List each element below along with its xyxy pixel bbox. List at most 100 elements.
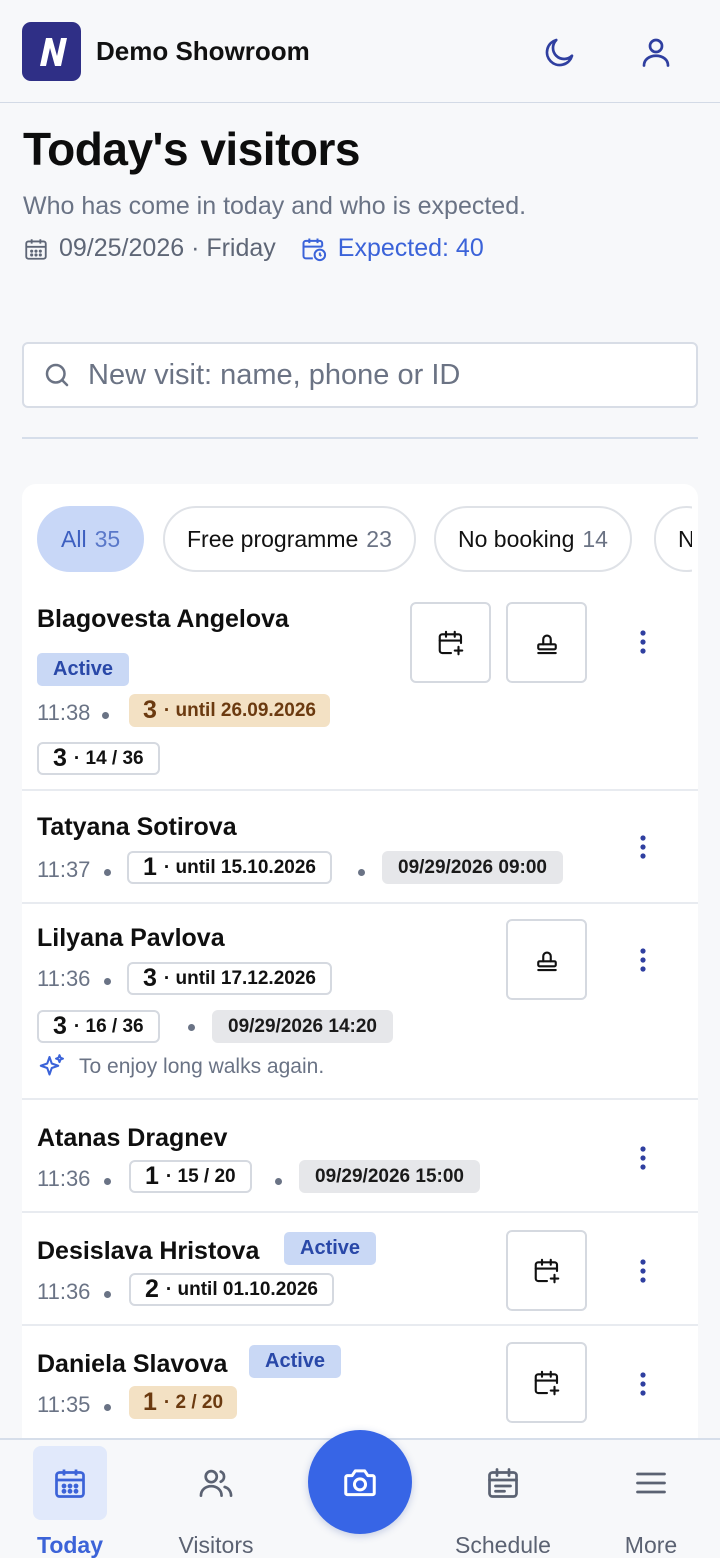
nav-schedule-icon-wrap (466, 1446, 540, 1520)
calendar-plus-icon (438, 630, 463, 655)
visitor-row[interactable]: Blagovesta Angelova Active 11:38 3 · unti… (22, 590, 698, 791)
sessions-tag: 3 · 14 / 36 (37, 742, 160, 775)
calendar-clock-icon (302, 238, 326, 261)
separator-dot (104, 869, 111, 876)
nav-visitors[interactable]: Visitors (170, 1440, 262, 1558)
visitor-list: All 35 Free programme 23 No booking 14 N Bl… (22, 484, 698, 1444)
row-menu-button[interactable] (628, 1249, 658, 1293)
more-vertical-icon (640, 1146, 646, 1170)
filter-chip-no-booking[interactable]: No booking 14 (434, 506, 632, 572)
tag-text: · until 15.10.2026 (163, 856, 316, 878)
expected-text: Expected: 40 (337, 234, 484, 262)
filter-chip-all[interactable]: All 35 (37, 506, 145, 572)
visit-time: 11:38 (37, 700, 91, 725)
membership-tag: 1 · until 15.10.2026 (127, 851, 332, 884)
search-icon (45, 363, 69, 387)
row-menu-button[interactable] (628, 1136, 658, 1180)
expected-link[interactable]: Expected: 40 (300, 234, 484, 263)
visitor-row[interactable]: Desislava Hristova Active 11:36 2 · until… (22, 1215, 698, 1326)
stamp-icon (536, 950, 557, 971)
visitor-goal-note: To enjoy long walks again. (37, 1052, 324, 1082)
separator-dot (104, 1404, 111, 1411)
tag-text: · 15 / 20 (165, 1165, 236, 1187)
nav-today-label: Today (36, 1532, 104, 1558)
membership-tag: 2 · until 01.10.2026 (129, 1273, 334, 1306)
nav-today-icon-wrap (33, 1446, 107, 1520)
schedule-icon (488, 1468, 518, 1498)
tag-text: · 16 / 36 (73, 1015, 144, 1037)
calendar-plus-icon (534, 1370, 559, 1395)
sessions-tag: 3 · 16 / 36 (37, 1010, 160, 1043)
more-vertical-icon (640, 835, 646, 859)
status-badge: Active (249, 1345, 342, 1378)
tag-text: · until 17.12.2026 (163, 967, 316, 989)
user-icon (642, 38, 670, 67)
visitor-row[interactable]: Tatyana Sotirova 11:37 1 · until 15.10.20… (22, 793, 698, 904)
more-vertical-icon (640, 1372, 646, 1396)
appointment-tag: 09/29/2026 09:00 (382, 851, 563, 884)
more-vertical-icon (640, 630, 646, 654)
visit-time: 11:36 (37, 966, 91, 991)
nav-schedule[interactable]: Schedule (448, 1440, 558, 1558)
tag-number: 1 (143, 1388, 157, 1416)
brand-logo[interactable] (22, 22, 81, 81)
chip-label: Free programme (187, 525, 359, 552)
filter-chip-more[interactable]: N (654, 506, 692, 572)
tag-number: 1 (145, 1162, 159, 1190)
tag-number: 3 (143, 696, 157, 724)
separator-dot (104, 978, 111, 985)
membership-tag: 3 · until 17.12.2026 (127, 962, 332, 995)
visitor-name: Desislava Hristova (37, 1237, 260, 1265)
status-badge: Active (284, 1232, 377, 1265)
membership-tag: 3 · until 26.09.2026 (129, 694, 330, 727)
camera-icon (344, 1469, 376, 1497)
search-input[interactable] (88, 358, 668, 392)
visitor-name: Daniela Slavova (37, 1350, 228, 1378)
page-meta: 09/25/2026 · Friday Expected: 40 (23, 234, 484, 263)
page-subtitle: Who has come in today and who is expecte… (23, 192, 527, 220)
date-info: 09/25/2026 · Friday (23, 234, 276, 263)
chip-count: 35 (94, 525, 121, 552)
chip-label: N (678, 525, 692, 552)
visitor-row[interactable]: Daniela Slavova Active 11:35 1 · 2 / 20 (22, 1328, 698, 1444)
nav-visitors-icon-wrap (179, 1446, 253, 1520)
camera-scan-button[interactable] (308, 1430, 412, 1534)
row-menu-button[interactable] (628, 938, 658, 982)
tag-text: · until 26.09.2026 (163, 699, 316, 721)
nav-today[interactable]: Today (33, 1440, 107, 1558)
tag-text: · 2 / 20 (163, 1391, 224, 1413)
book-appointment-button[interactable] (506, 1230, 587, 1311)
theme-toggle-button[interactable] (538, 30, 582, 74)
profile-button[interactable] (634, 30, 678, 74)
chip-label: All (61, 525, 87, 552)
sessions-tag: 1 · 15 / 20 (129, 1160, 252, 1193)
stamp-button[interactable] (506, 919, 587, 1000)
sessions-tag: 1 · 2 / 20 (129, 1386, 238, 1419)
moon-icon (545, 38, 574, 67)
row-menu-button[interactable] (628, 1362, 658, 1406)
status-badge: Active (37, 653, 130, 686)
calendar-icon (25, 238, 47, 260)
more-vertical-icon (640, 948, 646, 972)
nav-more[interactable]: More (614, 1440, 688, 1558)
search-box[interactable] (22, 342, 698, 408)
visit-time: 11:37 (37, 857, 91, 882)
nav-more-label: More (624, 1532, 678, 1558)
separator-dot (188, 1024, 195, 1031)
stamp-button[interactable] (506, 602, 587, 683)
filter-chip-free-programme[interactable]: Free programme 23 (163, 506, 416, 572)
separator-dot (104, 1178, 111, 1185)
chip-count: 23 (366, 525, 392, 552)
row-menu-button[interactable] (628, 620, 658, 664)
filter-chips[interactable]: All 35 Free programme 23 No booking 14 N (37, 506, 692, 572)
visit-time: 11:36 (37, 1279, 91, 1304)
nav-more-icon-wrap (614, 1446, 688, 1520)
visitor-row[interactable]: Lilyana Pavlova 11:36 3 · until 17.12.202… (22, 906, 698, 1100)
top-bar: Demo Showroom (0, 0, 720, 103)
book-appointment-button[interactable] (506, 1342, 587, 1423)
book-appointment-button[interactable] (410, 602, 491, 683)
tag-number: 3 (53, 744, 67, 772)
visitor-row[interactable]: Atanas Dragnev 11:36 1 · 15 / 20 09/29/20… (22, 1102, 698, 1213)
row-menu-button[interactable] (628, 825, 658, 869)
tag-number: 3 (53, 1012, 67, 1040)
